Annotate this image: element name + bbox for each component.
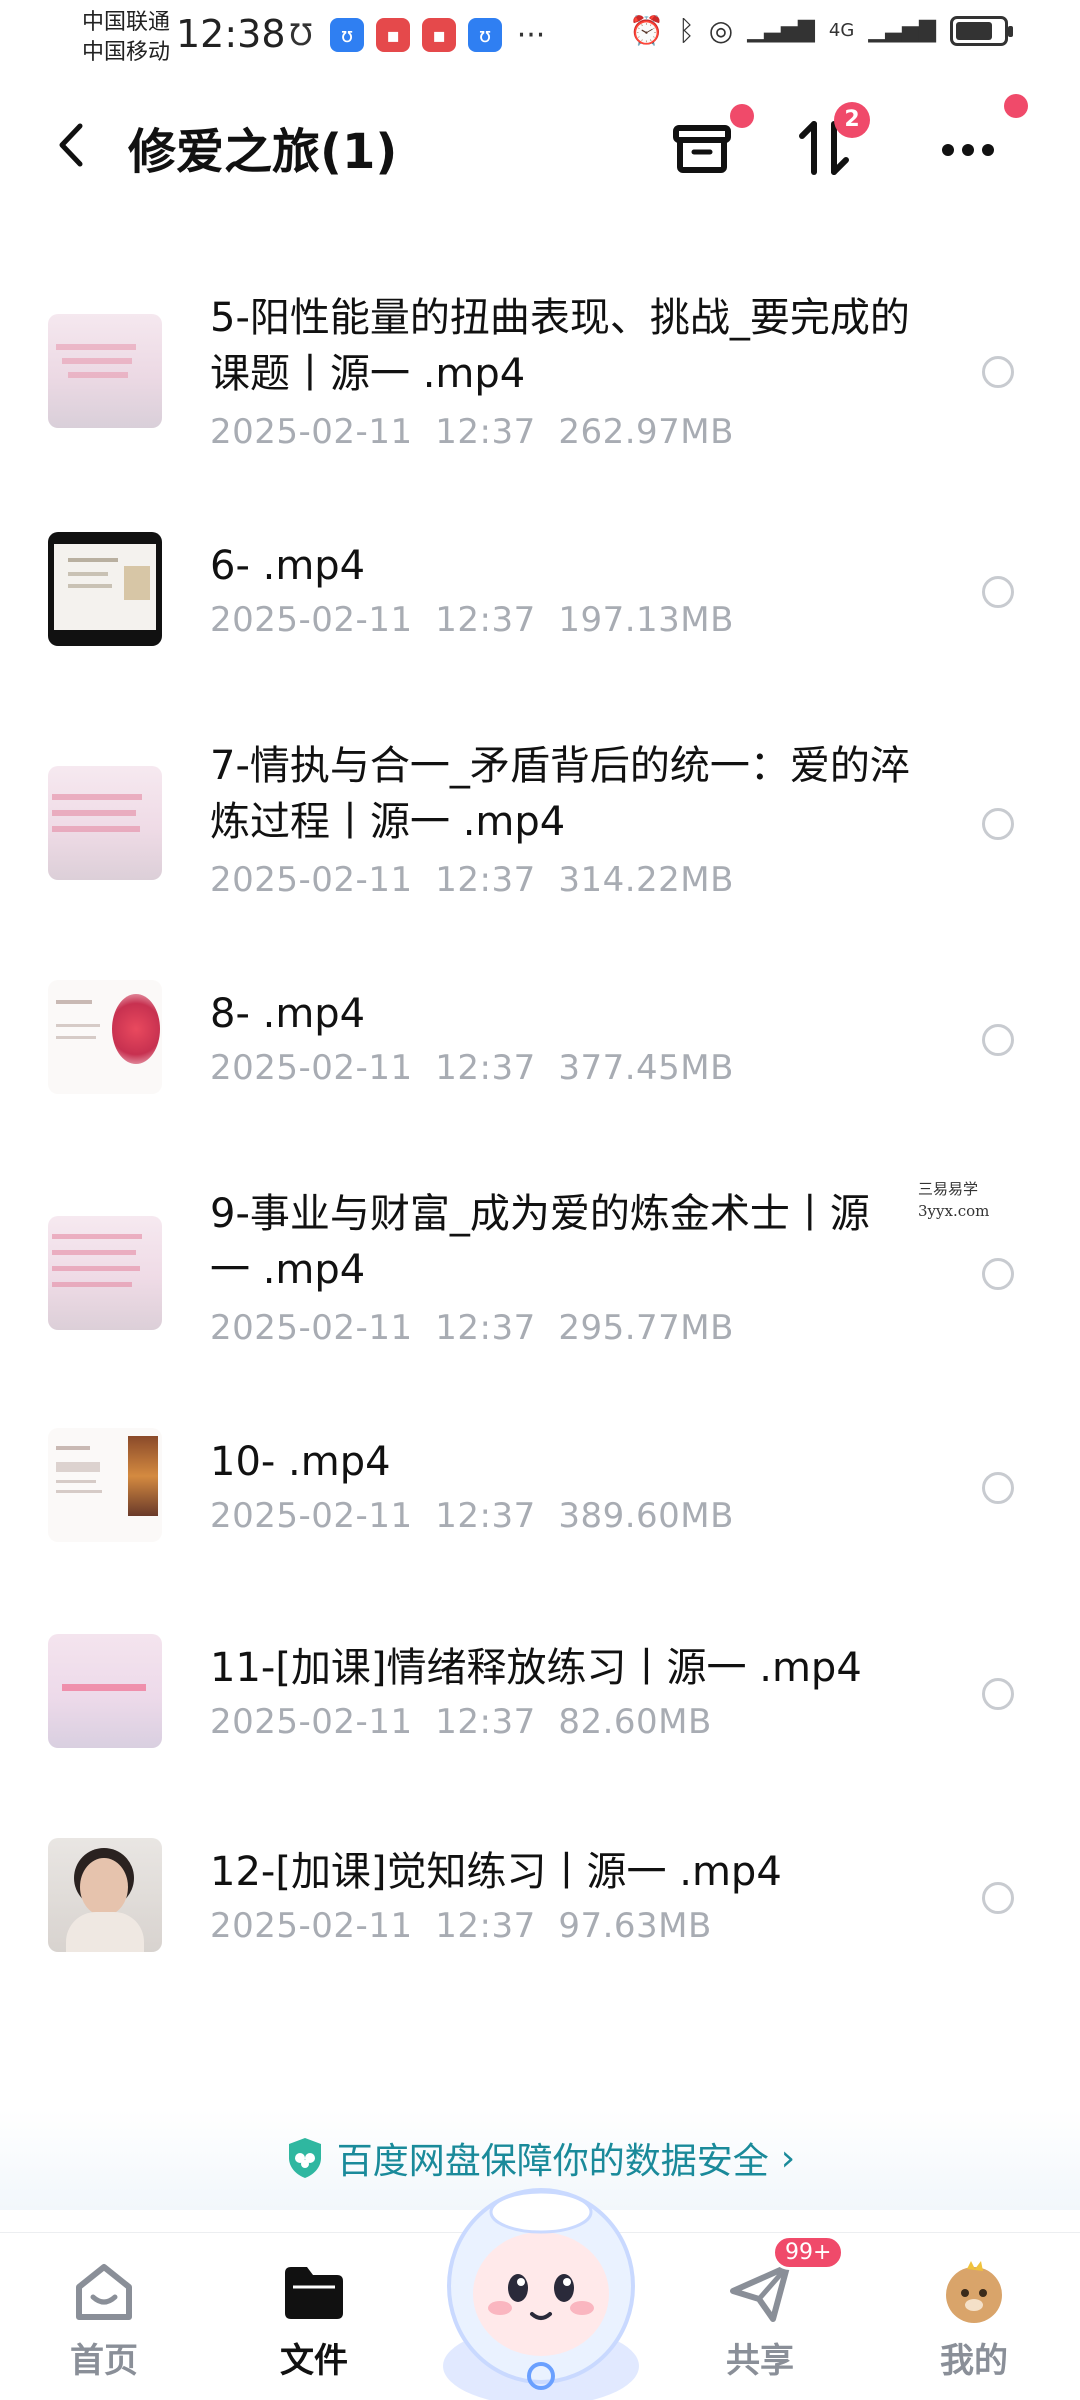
- notification-app-icon: ʊ: [330, 18, 364, 52]
- notification-app-icon: ʊ: [468, 18, 502, 52]
- archive-button[interactable]: [662, 104, 754, 188]
- file-meta: 2025-02-11 12:37 377.45MB: [210, 1048, 734, 1088]
- status-indicators: ⏰ ᛒ ◎ ▁▃▅▇ 4G ▁▃▅▇: [629, 14, 1013, 47]
- file-meta: 2025-02-11 12:37 82.60MB: [210, 1702, 712, 1742]
- file-folder-screen: 中国联通 中国移动 12:38 ℧ ʊ ▪ ▪ ʊ ··· ⏰ ᛒ ◎ ▁▃▅▇…: [0, 0, 1080, 2400]
- file-name: 11-[加课]情绪释放练习丨源一 .mp4: [210, 1645, 862, 1691]
- video-thumbnail: [48, 1216, 162, 1330]
- back-arrow-icon[interactable]: [52, 120, 92, 170]
- file-meta: 2025-02-11 12:37 295.77MB: [210, 1308, 734, 1348]
- more-button[interactable]: [928, 94, 1028, 188]
- video-thumbnail: [48, 980, 162, 1094]
- file-name: 5-阳性能量的扭曲表现、挑战_要完成的课题丨源一 .mp4: [210, 295, 910, 397]
- notification-app-icon: ▪: [376, 18, 410, 52]
- file-name: 7-情执与合一_矛盾背后的统一：爱的淬炼过程丨源一 .mp4: [210, 743, 910, 845]
- select-radio[interactable]: [982, 356, 1014, 388]
- notification-app-icon: ℧: [289, 17, 313, 53]
- nav-home-label: 首页: [70, 2341, 138, 2381]
- bluetooth-icon: ᛒ: [677, 14, 695, 47]
- file-name: 9-事业与财富_成为爱的炼金术士丨源一 .mp4: [210, 1191, 870, 1293]
- nav-share[interactable]: 99+ 共享: [680, 2233, 845, 2400]
- file-name: 12-[加课]觉知练习丨源一 .mp4: [210, 1849, 782, 1895]
- more-icon: [942, 144, 994, 156]
- shield-icon: [288, 2138, 321, 2178]
- video-thumbnail: [48, 1634, 162, 1748]
- video-thumbnail: [48, 766, 162, 880]
- carrier-2: 中国移动: [82, 40, 171, 65]
- carrier-info: 中国联通 中国移动: [82, 8, 170, 68]
- nav-files[interactable]: 文件: [234, 2233, 394, 2400]
- network-type: 4G: [828, 20, 855, 41]
- battery-icon: [950, 15, 1013, 46]
- sort-button[interactable]: 2: [784, 102, 870, 188]
- notification-dot: [730, 104, 754, 128]
- nav-mine-label: 我的: [940, 2341, 1008, 2381]
- more-notifications-icon: ···: [516, 17, 546, 53]
- file-name: 8- .mp4: [210, 991, 366, 1037]
- file-meta: 2025-02-11 12:37 197.13MB: [210, 600, 734, 640]
- signal-icon: ▁▃▅▇: [747, 18, 815, 43]
- select-radio[interactable]: [982, 1024, 1014, 1056]
- folder-icon: [285, 2267, 343, 2319]
- select-radio[interactable]: [982, 1678, 1014, 1710]
- select-radio[interactable]: [982, 1258, 1014, 1290]
- video-thumbnail: [48, 1838, 162, 1952]
- nav-share-label: 共享: [726, 2341, 794, 2381]
- file-meta: 2025-02-11 12:37 314.22MB: [210, 860, 734, 900]
- file-meta: 2025-02-11 12:37 389.60MB: [210, 1496, 734, 1536]
- folder-header: 修爱之旅(1) 2: [0, 90, 1080, 200]
- hotspot-icon: ◎: [708, 14, 734, 47]
- assistant-mascot-button[interactable]: [428, 2176, 654, 2400]
- status-notifications: ℧ ʊ ▪ ▪ ʊ ···: [284, 17, 548, 53]
- nav-mine[interactable]: 我的: [894, 2233, 1054, 2400]
- video-thumbnail: [48, 532, 162, 646]
- select-radio[interactable]: [982, 1882, 1014, 1914]
- file-name: 10- .mp4: [210, 1439, 391, 1485]
- file-meta: 2025-02-11 12:37 262.97MB: [210, 412, 734, 452]
- nav-files-label: 文件: [280, 2341, 348, 2381]
- page-title: 修爱之旅(1): [128, 124, 398, 180]
- share-badge: 99+: [772, 2235, 845, 2270]
- chevron-right-icon: ›: [780, 2137, 796, 2179]
- avatar-icon: [946, 2261, 1002, 2323]
- status-bar: 中国联通 中国移动 12:38 ℧ ʊ ▪ ▪ ʊ ··· ⏰ ᛒ ◎ ▁▃▅▇…: [0, 0, 1080, 80]
- nav-home[interactable]: 首页: [24, 2233, 184, 2400]
- select-radio[interactable]: [982, 808, 1014, 840]
- notification-dot: [1004, 94, 1028, 118]
- file-meta: 2025-02-11 12:37 97.63MB: [210, 1906, 712, 1946]
- select-radio[interactable]: [982, 1472, 1014, 1504]
- carrier-1: 中国联通: [82, 10, 171, 35]
- status-time: 12:38: [176, 12, 286, 56]
- watermark: 三易易学 3yyx.com: [918, 1180, 990, 1220]
- sort-badge: 2: [834, 102, 870, 138]
- video-thumbnail: [48, 1428, 162, 1542]
- alarm-icon: ⏰: [629, 14, 664, 47]
- home-icon: [76, 2264, 132, 2320]
- file-name: 6- .mp4: [210, 543, 366, 589]
- select-radio[interactable]: [982, 576, 1014, 608]
- mascot-icon: [443, 2188, 639, 2400]
- video-thumbnail: [48, 314, 162, 428]
- signal-icon: ▁▃▅▇: [868, 18, 936, 43]
- notification-app-icon: ▪: [422, 18, 456, 52]
